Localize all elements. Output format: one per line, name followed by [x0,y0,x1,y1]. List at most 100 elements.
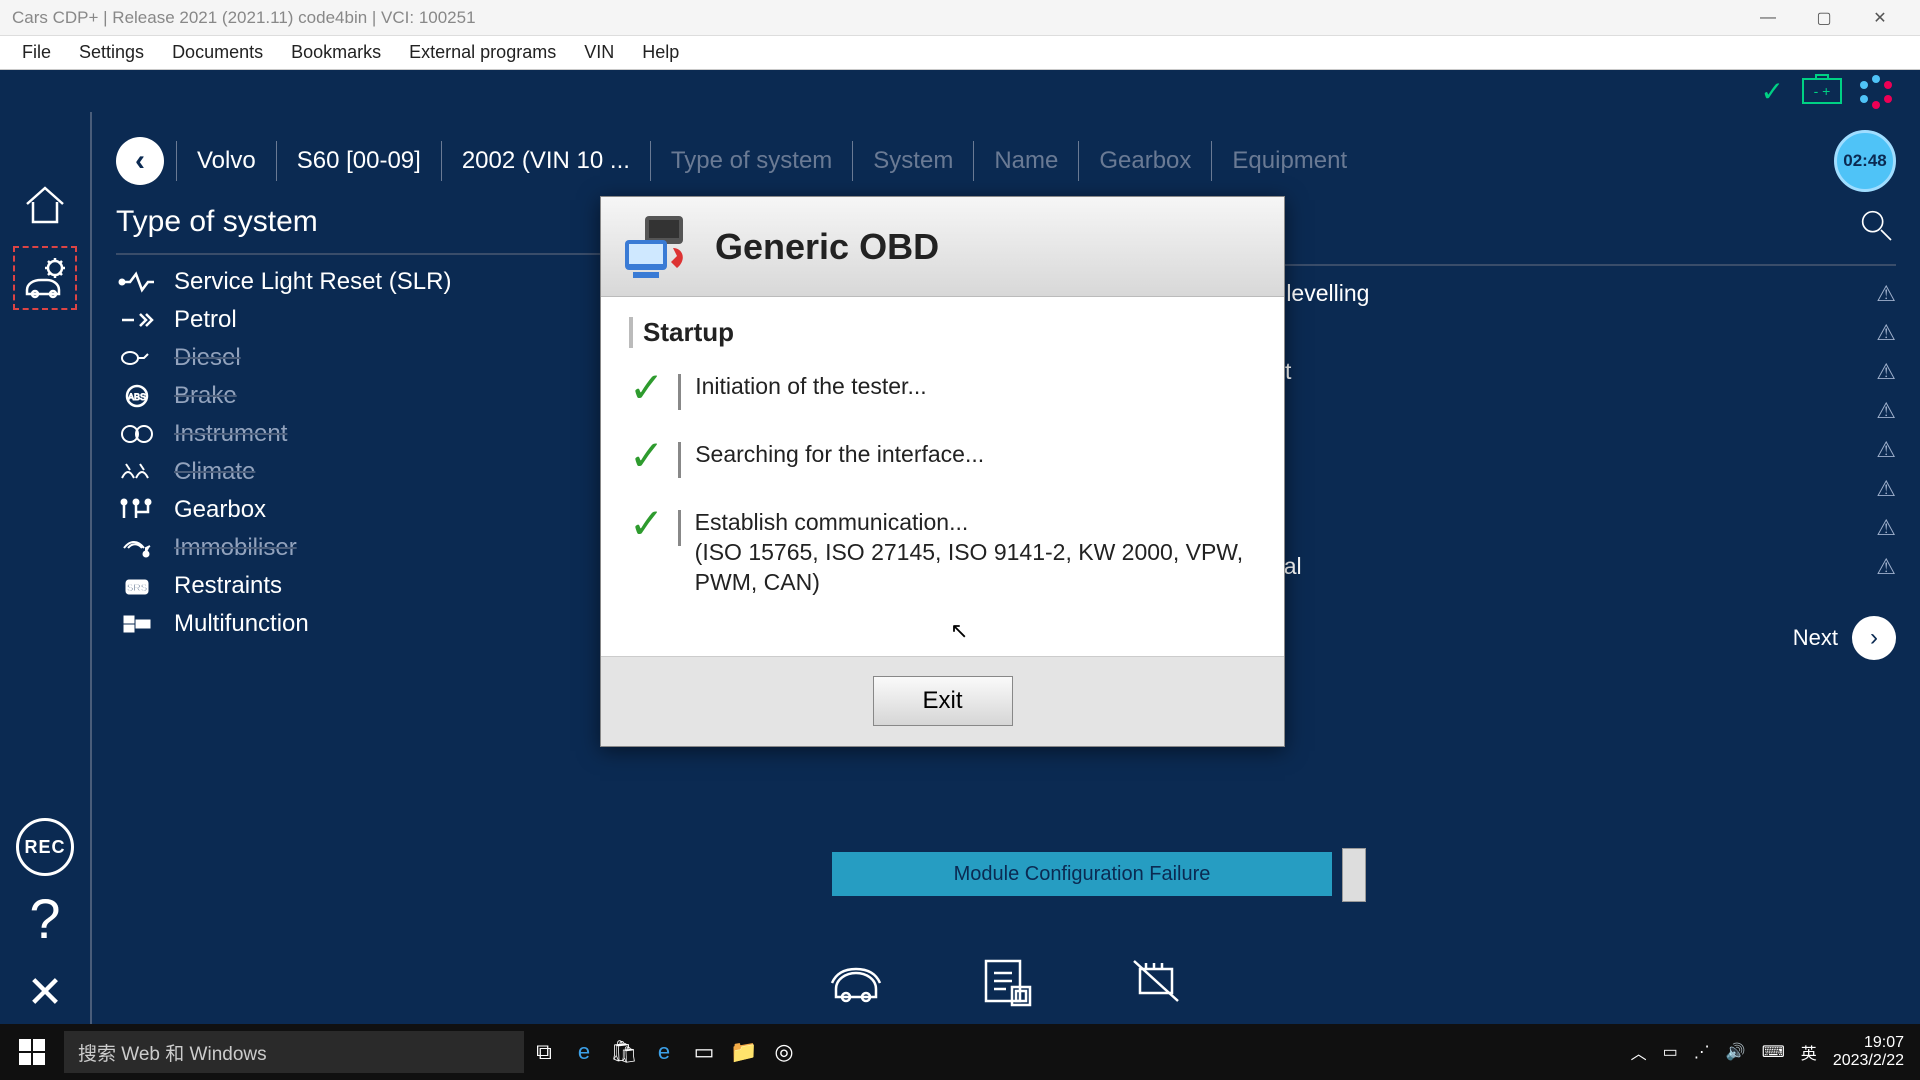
taskbar-cdp-icon[interactable]: ◎ [764,1032,804,1072]
system-label: Immobiliser [174,534,297,562]
warning-icon: ⚠ [1876,281,1896,307]
menu-external-programs[interactable]: External programs [395,36,570,69]
minimize-button[interactable]: — [1740,0,1796,36]
window-title: Cars CDP+ | Release 2021 (2021.11) code4… [12,8,476,28]
menu-vin[interactable]: VIN [570,36,628,69]
warning-icon: ⚠ [1876,476,1896,502]
svg-text:ABS: ABS [128,392,146,402]
save-report-button[interactable] [976,953,1036,1014]
car-gear-icon [21,254,69,302]
tray-chevron-icon[interactable]: ︿ [1631,1040,1647,1064]
system-label: Petrol [174,306,237,334]
system-label: Multifunction [174,610,309,638]
step-text: Establish communication...(ISO 15765, IS… [695,508,1256,598]
warning-icon: ⚠ [1876,398,1896,424]
taskbar-explorer-icon[interactable]: 📁 [724,1032,764,1072]
left-iconbar: REC ? ✕ [0,112,92,1024]
help-button[interactable]: ? [13,886,77,950]
search-icon [1856,205,1896,245]
menu-bookmarks[interactable]: Bookmarks [277,36,395,69]
close-button[interactable]: ✕ [13,960,77,1024]
taskbar-app1-icon[interactable]: ▭ [684,1032,724,1072]
system-icon: SRS [116,571,158,601]
menubar: File Settings Documents Bookmarks Extern… [0,36,1920,70]
system-icon: ABS [116,381,158,411]
menu-documents[interactable]: Documents [158,36,277,69]
tray-keyboard-icon[interactable]: ⌨ [1762,1042,1785,1062]
system-icon [116,267,158,297]
system-label: Brake [174,382,237,410]
system-icon [116,533,158,563]
exit-button[interactable]: Exit [873,676,1013,726]
tray-volume-icon[interactable]: 🔊 [1726,1042,1746,1062]
crumb-make[interactable]: Volvo [189,147,264,175]
system-icon [116,609,158,639]
system-icon [116,495,158,525]
system-label: Instrument [174,420,287,448]
warning-icon: ⚠ [1876,515,1896,541]
system-label: Diesel [174,344,241,372]
activity-spinner-icon [1860,75,1892,107]
menu-file[interactable]: File [8,36,65,69]
status-check-icon: ✓ [1761,75,1784,108]
crumb-year[interactable]: 2002 (VIN 10 ... [454,147,638,175]
start-button[interactable] [0,1024,64,1080]
close-window-button[interactable]: ✕ [1852,0,1908,36]
record-button[interactable]: REC [16,818,74,876]
tray-wifi-icon[interactable]: ⋰ [1694,1042,1710,1062]
menu-settings[interactable]: Settings [65,36,158,69]
warning-icon: ⚠ [1876,359,1896,385]
step-text: Searching for the interface... [695,440,984,470]
tray-battery-icon[interactable]: ▭ [1663,1042,1678,1062]
warning-icon: ⚠ [1876,554,1896,580]
diagnostic-scanner-icon [619,212,697,282]
crumb-model[interactable]: S60 [00-09] [289,147,429,175]
generic-obd-dialog: Generic OBD Startup ✓Initiation of the t… [600,196,1285,747]
check-icon: ✓ [629,508,664,540]
taskbar-edge-icon[interactable]: e [564,1032,604,1072]
warning-icon: ⚠ [1876,437,1896,463]
window-titlebar: Cars CDP+ | Release 2021 (2021.11) code4… [0,0,1920,36]
taskbar-ie-icon[interactable]: e [644,1032,684,1072]
home-icon [21,180,69,228]
scan-vehicle-button[interactable] [826,953,886,1014]
system-label: Climate [174,458,255,486]
crumb-gearbox[interactable]: Gearbox [1091,147,1199,175]
bottom-action-bar [826,953,1186,1014]
startup-step: ✓ Establish communication...(ISO 15765, I… [629,508,1256,598]
tray-clock[interactable]: 19:07 2023/2/22 [1833,1034,1904,1071]
check-icon: ✓ [629,372,664,404]
crumb-equipment[interactable]: Equipment [1224,147,1355,175]
scrollbar[interactable] [1342,848,1366,902]
system-label: Gearbox [174,496,266,524]
battery-icon: - + [1802,78,1842,104]
home-button[interactable] [13,172,77,236]
status-strip: ✓ - + [0,70,1920,112]
next-button[interactable]: › [1852,616,1896,660]
vehicle-diagnostics-button[interactable] [13,246,77,310]
dialog-subtitle: Startup [629,317,1256,348]
dialog-title: Generic OBD [715,226,939,268]
startup-step: ✓ Searching for the interface... [629,440,1256,478]
system-label: Service Light Reset (SLR) [174,268,451,296]
system-icon [116,343,158,373]
crumb-system[interactable]: System [865,147,961,175]
crumb-type[interactable]: Type of system [663,147,840,175]
tray-ime[interactable]: 英 [1801,1040,1817,1064]
back-button[interactable]: ‹ [116,137,164,185]
svg-text:SRS: SRS [127,583,148,594]
warning-icon: ⚠ [1876,320,1896,346]
taskbar-search[interactable]: 搜索 Web 和 Windows [64,1031,524,1073]
check-icon: ✓ [629,440,664,472]
system-icon [116,457,158,487]
session-timer: 02:48 [1834,130,1896,192]
system-label: Restraints [174,572,282,600]
disconnect-button[interactable] [1126,953,1186,1014]
taskbar-store-icon[interactable]: 🛍 [604,1032,644,1072]
module-config-failure-item[interactable]: Module Configuration Failure [832,852,1332,896]
menu-help[interactable]: Help [628,36,693,69]
maximize-button[interactable]: ▢ [1796,0,1852,36]
task-view-button[interactable]: ⧉ [524,1032,564,1072]
search-button[interactable] [1856,205,1896,250]
crumb-name[interactable]: Name [986,147,1066,175]
